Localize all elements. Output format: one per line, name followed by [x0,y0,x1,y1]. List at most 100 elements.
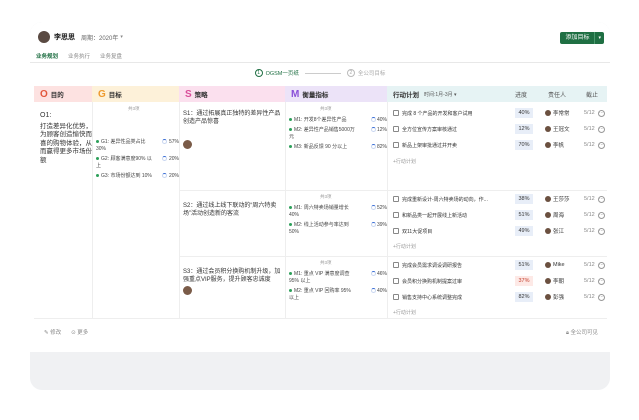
action-plan-text: 新品上架审批通过并开卖 [402,142,458,149]
add-action-plan-link[interactable]: +行动计划 [393,309,416,316]
progress-ring-icon [161,173,167,178]
more-options-icon[interactable]: ⋯ [598,261,605,269]
more-button[interactable]: ⊙ 更多 [71,328,88,336]
avatar [545,262,551,268]
checkbox[interactable] [393,228,399,234]
more-options-icon[interactable]: ⋯ [598,211,605,219]
owner[interactable]: 张江 [545,227,564,235]
step-company-goal[interactable]: 2 全公司目标 [346,69,385,77]
more-options-icon[interactable]: ⋯ [598,227,605,235]
progress-ring-icon [370,222,376,227]
owner[interactable]: 李常常 [545,109,570,117]
checkbox[interactable] [393,196,399,202]
header-measure: M 衡量指标 [285,86,387,102]
objective-cell[interactable]: O1: 打造差异化优势，为顾客创造愉快而喜的购物体验，从而赢得更多市场份额 [40,112,92,165]
avatar[interactable] [183,140,192,149]
more-options-icon[interactable]: ⋯ [598,109,605,117]
app-window: 李思思 周期：2020年 ▾ 添加目标 ▾ 业务规划 业务执行 业务复盘 1 O… [30,22,610,390]
measure-item[interactable]: M1: 重点 VIP 满意度调查 95% 以上 46% [289,271,387,285]
strategy-letter: S [185,88,192,100]
objective-label: O1: [40,112,52,119]
add-action-plan-link[interactable]: +行动计划 [393,158,416,165]
strategy-cell[interactable]: S2：通过线上线下联动的“周六特卖场”活动创造新的客流 [183,202,283,218]
action-plan-row[interactable]: 双11大促项目 49% 张江 5/12 ⋯ [387,224,607,238]
owner[interactable]: 周海 [545,211,564,219]
step-ogsm-page[interactable]: 1 OGSM一页纸 [254,69,299,77]
goal-item[interactable]: G2: 顾客满意度90% 以上 20% [96,156,179,170]
goal-percent: 20% [168,173,179,179]
header-action-plan: 行动计划 时间:1月-3月 ▾ 进度 责任人 截止 [387,86,607,102]
measure-item[interactable]: M2: 差异性产品销售5000万元 12% [289,127,387,141]
measure-percent: 12% [376,127,387,133]
owner-name: 周海 [553,213,565,219]
period-label: 周期：2020年 [81,35,119,42]
checkbox[interactable] [393,142,399,148]
due-date: 5/12 [584,126,595,132]
objective-letter: O [40,88,48,100]
more-options-icon[interactable]: ⋯ [598,195,605,203]
action-plan-row[interactable]: 销售支持中心系统调整完成 82% 彭强 5/12 ⋯ [387,290,607,304]
action-plan-row[interactable]: 新品上架审批通过并开卖 70% 李帆 5/12 ⋯ [387,138,607,152]
action-plan-row[interactable]: 全方位宣传方案审核通过 12% 王冠文 5/12 ⋯ [387,122,607,136]
owner[interactable]: 李帆 [545,141,564,149]
action-plan-row[interactable]: 完成重新设计-周六特卖场的动向，作... 38% 王莎莎 5/12 ⋯ [387,192,607,206]
checkbox[interactable] [393,212,399,218]
more-options-icon[interactable]: ⋯ [598,277,605,285]
avatar [545,196,551,202]
checkbox[interactable] [393,294,399,300]
action-plan-text: 和新品类一起开展线上新活动 [402,212,468,219]
action-plan-row[interactable]: 会员积分换购机制提案过审 37% 李朝 5/12 ⋯ [387,274,607,288]
owner[interactable]: 王莎莎 [545,195,570,203]
avatar [545,126,551,132]
measure-item[interactable]: M2: 重点 VIP 回购率 95% 以上 40% [289,288,387,302]
owner-name: 王冠文 [553,127,570,133]
progress-column-header: 进度 [515,92,528,99]
checkbox[interactable] [393,262,399,268]
add-goal-dropdown-icon[interactable]: ▾ [594,32,604,44]
row-divider [179,256,607,257]
owner[interactable]: 王冠文 [545,125,570,133]
progress-badge: 49% [515,226,533,236]
goal-item[interactable]: G1: 差异性品类占比 30% 57% [96,139,179,153]
progress-badge: 51% [515,210,533,220]
measure-letter: M [291,88,300,100]
owner[interactable]: 彭强 [545,293,564,301]
strategy-cell[interactable]: S3：通过会员积分换购机制升级，加强重点VIP服务，提升顾客忠诚度 [183,268,283,295]
measure-item[interactable]: M1: 周六特卖场销量增长 40% 52% [289,205,387,219]
action-plan-row[interactable]: 完成 8 个产品的开发和客户试用 40% 李常常 5/12 ⋯ [387,106,607,120]
checkbox[interactable] [393,278,399,284]
more-options-icon[interactable]: ⋯ [598,141,605,149]
add-goal-button[interactable]: 添加目标 [560,32,595,44]
due-column-header: 截止 [586,92,599,99]
due-date: 5/12 [584,228,595,234]
status-dot-icon [289,206,292,210]
avatar[interactable] [38,31,50,43]
progress-ring-icon [370,144,376,149]
measure-percent: 82% [376,144,387,150]
add-action-plan-link[interactable]: +行动计划 [393,243,416,250]
action-plan-row[interactable]: 完成会员需求调设调研报告 51% Mike 5/12 ⋯ [387,258,607,272]
goal-item[interactable]: G3: 市场份额达到 10% 20% [96,173,179,180]
measure-item[interactable]: M1: 开发8个差异性产品 40% [289,117,387,124]
action-plan-text: 会员积分换购机制提案过审 [402,278,463,285]
checkbox[interactable] [393,126,399,132]
visibility-indicator[interactable]: 🔒︎ 全公司可见 [566,328,598,337]
header-strategy: S 策略 [179,86,285,102]
action-plan-row[interactable]: 和新品类一起开展线上新活动 51% 周海 5/12 ⋯ [387,208,607,222]
more-options-icon[interactable]: ⋯ [598,293,605,301]
measure-count-tag: 共3项 [320,106,332,111]
avatar[interactable] [183,286,192,295]
owner[interactable]: Mike [545,262,565,268]
owner-name: 李帆 [553,143,565,149]
owner[interactable]: 李朝 [545,277,564,285]
more-options-icon[interactable]: ⋯ [598,125,605,133]
edit-button[interactable]: ✎ 修改 [44,328,61,336]
checkbox[interactable] [393,110,399,116]
status-dot-icon [96,140,99,144]
footer-actions: ✎ 修改 ⊙ 更多 [44,328,88,336]
measure-item[interactable]: M3: 新品反馈 90 分以上 82% [289,144,387,151]
time-filter[interactable]: 时间:1月-3月 ▾ [424,91,457,98]
strategy-cell[interactable]: S1：通过拓展真正独特的差异性产品创造产品惊喜 [183,110,283,149]
measure-item[interactable]: M2: 线上活动参与率达到 50% 39% [289,222,387,236]
period-selector[interactable]: 周期：2020年 ▾ [81,33,123,42]
